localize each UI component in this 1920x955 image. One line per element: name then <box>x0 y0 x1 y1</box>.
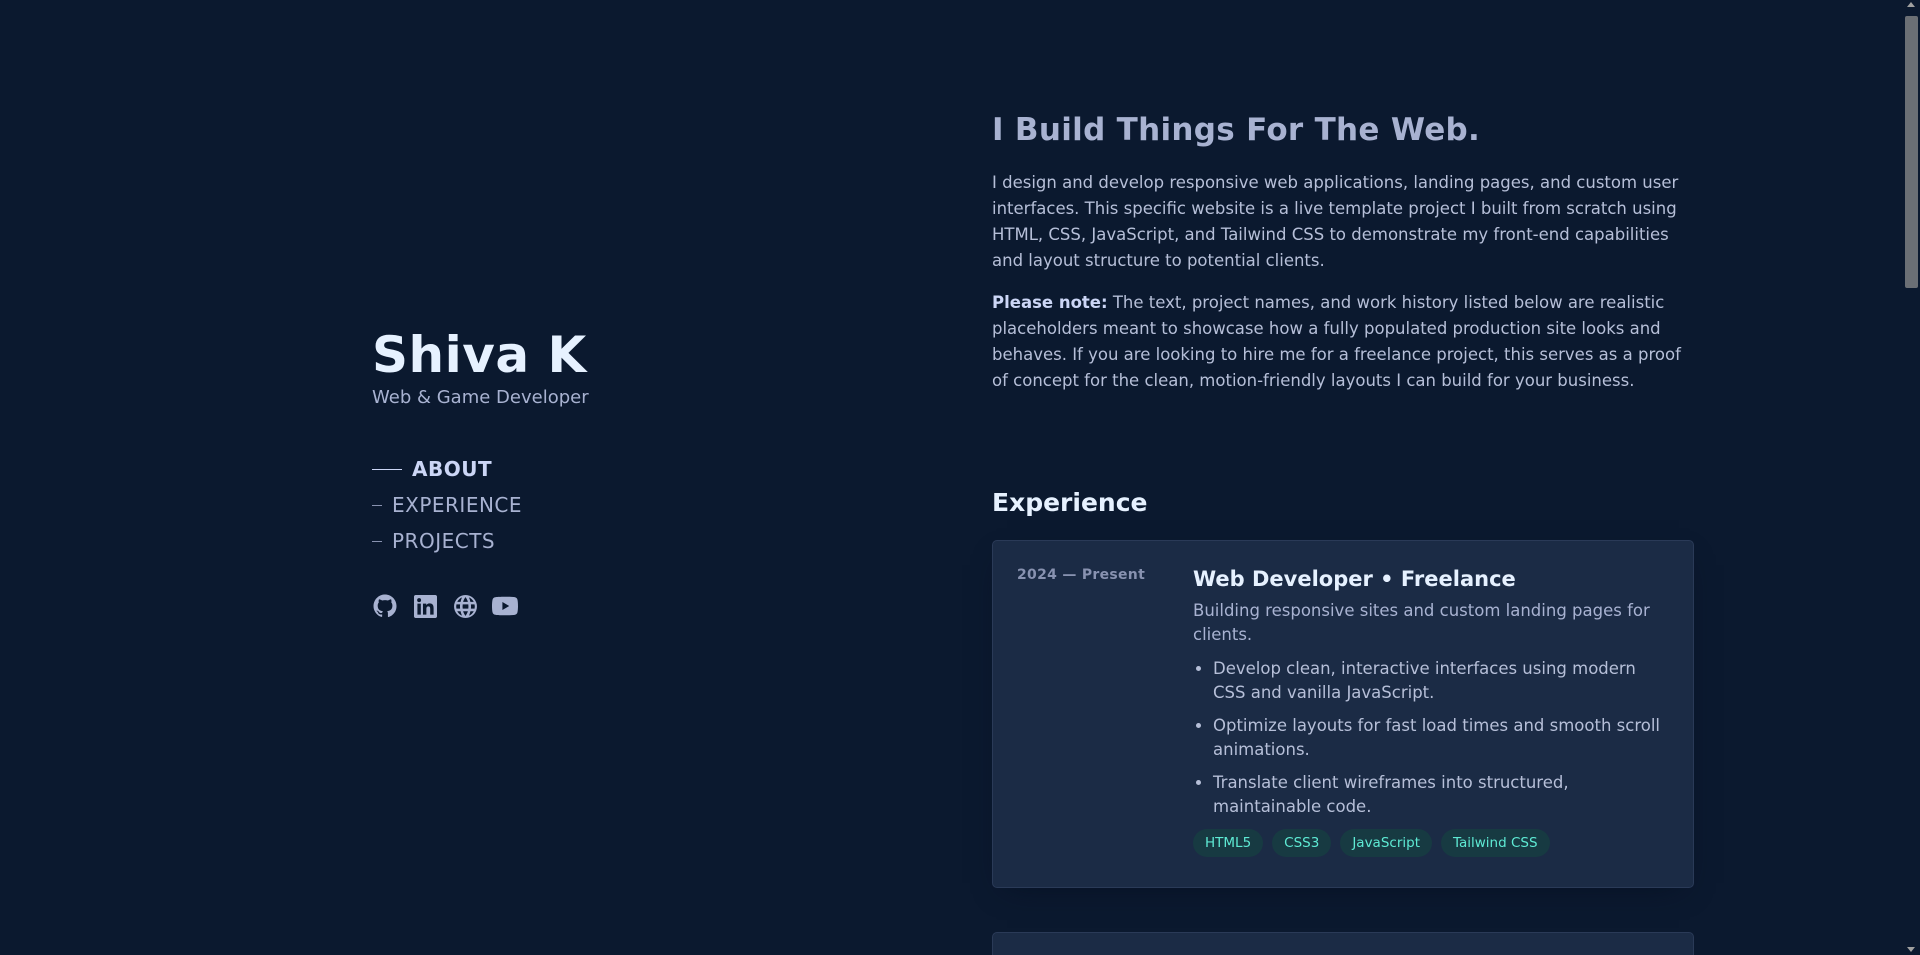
tech-tags: HTML5 CSS3 JavaScript Tailwind CSS <box>1193 829 1669 857</box>
list-item: Translate client wireframes into structu… <box>1213 771 1669 819</box>
about-note: Please note: The text, project names, an… <box>992 290 1696 394</box>
page-scrollbar[interactable] <box>1903 0 1920 955</box>
linkedin-icon[interactable] <box>412 593 438 619</box>
note-label: Please note: <box>992 293 1108 312</box>
nav-item-label: EXPERIENCE <box>392 493 523 517</box>
job-details: Web Developer • Freelance Building respo… <box>1193 565 1669 887</box>
job-date: 2024 — Present <box>1017 567 1146 583</box>
experience-title: Experience <box>992 488 1148 517</box>
tech-tag: CSS3 <box>1272 829 1332 857</box>
scroll-down-arrow-icon[interactable] <box>1907 947 1915 952</box>
experience-card[interactable]: 2024 — Present Web Developer • Freelance… <box>992 540 1694 888</box>
profile-sidebar: Shiva K Web & Game Developer ABOUT EXPER… <box>372 325 872 619</box>
main-content: I Build Things For The Web. I design and… <box>992 108 1696 888</box>
youtube-icon[interactable] <box>492 593 518 619</box>
about-headline: I Build Things For The Web. <box>992 112 1481 148</box>
scroll-thumb[interactable] <box>1905 16 1918 288</box>
github-icon[interactable] <box>372 593 398 619</box>
tech-tag: Tailwind CSS <box>1440 829 1550 857</box>
globe-icon[interactable] <box>452 593 478 619</box>
section-nav-list: ABOUT EXPERIENCE PROJECTS <box>372 451 872 559</box>
about-paragraph: I design and develop responsive web appl… <box>992 173 1679 270</box>
job-bullets: Develop clean, interactive interfaces us… <box>1193 657 1669 819</box>
nav-item-experience[interactable]: EXPERIENCE <box>372 487 872 523</box>
page: Shiva K Web & Game Developer ABOUT EXPER… <box>0 0 1920 955</box>
nav-indicator-line <box>372 468 402 470</box>
nav-indicator-line <box>372 540 382 542</box>
tech-tag: JavaScript <box>1340 829 1432 857</box>
nav-indicator-line <box>372 504 382 506</box>
nav-item-label: ABOUT <box>412 457 493 481</box>
section-nav: ABOUT EXPERIENCE PROJECTS <box>372 451 872 559</box>
profile-name: Shiva K <box>372 326 587 384</box>
about-section: I Build Things For The Web. I design and… <box>992 108 1696 394</box>
experience-section: Experience 2024 — Present Web Developer … <box>992 486 1696 888</box>
nav-item-label: PROJECTS <box>392 529 496 553</box>
job-title: Web Developer • Freelance <box>1193 567 1516 591</box>
nav-item-about[interactable]: ABOUT <box>372 451 872 487</box>
nav-item-projects[interactable]: PROJECTS <box>372 523 872 559</box>
scroll-up-arrow-icon[interactable] <box>1907 2 1915 7</box>
social-links <box>372 593 872 619</box>
job-description: Building responsive sites and custom lan… <box>1193 601 1650 644</box>
list-item: Develop clean, interactive interfaces us… <box>1213 657 1669 705</box>
profile-role: Web & Game Developer <box>372 387 589 408</box>
experience-card-next[interactable] <box>992 932 1694 955</box>
tech-tag: HTML5 <box>1193 829 1264 857</box>
list-item: Optimize layouts for fast load times and… <box>1213 714 1669 762</box>
